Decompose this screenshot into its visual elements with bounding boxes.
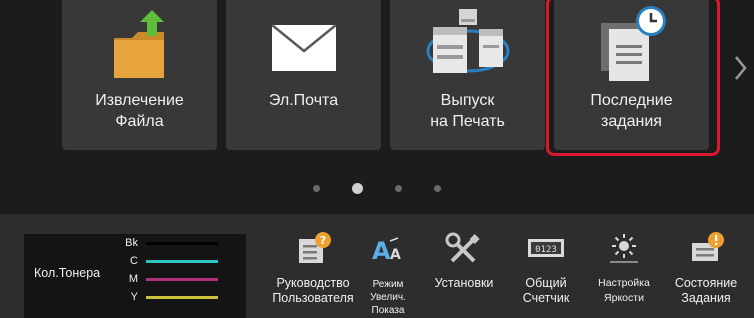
tile-label: Выпуск на Печать (430, 92, 505, 130)
toner-bar-c (146, 260, 218, 263)
tile-label: Последние задания (590, 92, 673, 130)
toner-bar-m (146, 278, 218, 281)
tile-recent-jobs[interactable]: Последние задания (554, 0, 709, 150)
toner-bar-bk (146, 242, 218, 245)
home-screen: Извлечение Файла Эл.Почта Выпуск на Печа… (0, 0, 754, 318)
envelope-icon (226, 4, 381, 86)
toner-bar-y (146, 296, 218, 299)
next-page-arrow-icon[interactable] (730, 50, 750, 86)
print-release-icon (390, 4, 545, 86)
user-guide-button[interactable]: ? Руководство Пользователя (266, 226, 360, 318)
tile-retrieve-file[interactable]: Извлечение Файла (62, 0, 217, 150)
svg-text:A: A (372, 237, 391, 265)
counter-icon: 0123 (508, 230, 584, 266)
tile-email[interactable]: Эл.Почта (226, 0, 381, 150)
tile-label: Извлечение Файла (95, 92, 184, 130)
brightness-settings-button[interactable]: Настройка Яркости (588, 226, 660, 318)
folder-upload-icon (62, 4, 217, 86)
toner-row-c: C (114, 254, 244, 270)
recent-jobs-icon (554, 4, 709, 86)
svg-text:?: ? (320, 234, 326, 247)
brightness-icon (588, 230, 660, 266)
settings-button[interactable]: Установки (420, 226, 508, 318)
settings-tools-icon (420, 230, 508, 266)
job-status-button[interactable]: Состояние Задания (664, 226, 748, 318)
bottom-bar: Кол.Тонера Bk C M Y ? Руководство Пользо… (0, 214, 754, 318)
button-label: Режим Увелич. Показа (370, 279, 406, 316)
button-label: Общий Счетчик (522, 276, 570, 305)
toner-row-y: Y (114, 290, 244, 306)
page-dot[interactable] (434, 185, 441, 192)
job-status-icon (664, 230, 748, 266)
counter-display-text: 0123 (535, 245, 557, 255)
page-dot[interactable] (313, 185, 320, 192)
button-label: Руководство Пользователя (272, 276, 354, 305)
page-dot[interactable] (395, 185, 402, 192)
toner-row-bk: Bk (114, 236, 244, 252)
button-label: Состояние Задания (674, 276, 738, 305)
app-tiles: Извлечение Файла Эл.Почта Выпуск на Печа… (62, 0, 732, 150)
user-guide-icon: ? (266, 230, 360, 266)
toner-title: Кол.Тонера (34, 266, 101, 280)
page-indicator (0, 183, 754, 194)
enlarge-display-icon: A A (360, 230, 416, 266)
enlarge-display-mode-button[interactable]: A A Режим Увелич. Показа (360, 226, 416, 318)
button-label: Настройка Яркости (598, 277, 650, 304)
tile-label: Эл.Почта (268, 92, 339, 109)
svg-text:A: A (390, 247, 401, 263)
toner-row-m: M (114, 272, 244, 288)
button-label: Установки (434, 276, 494, 290)
total-counter-button[interactable]: 0123 Общий Счетчик (508, 226, 584, 318)
page-dot-active[interactable] (352, 183, 363, 194)
toner-level-panel: Кол.Тонера Bk C M Y (24, 234, 246, 318)
tile-print-release[interactable]: Выпуск на Печать (390, 0, 545, 150)
